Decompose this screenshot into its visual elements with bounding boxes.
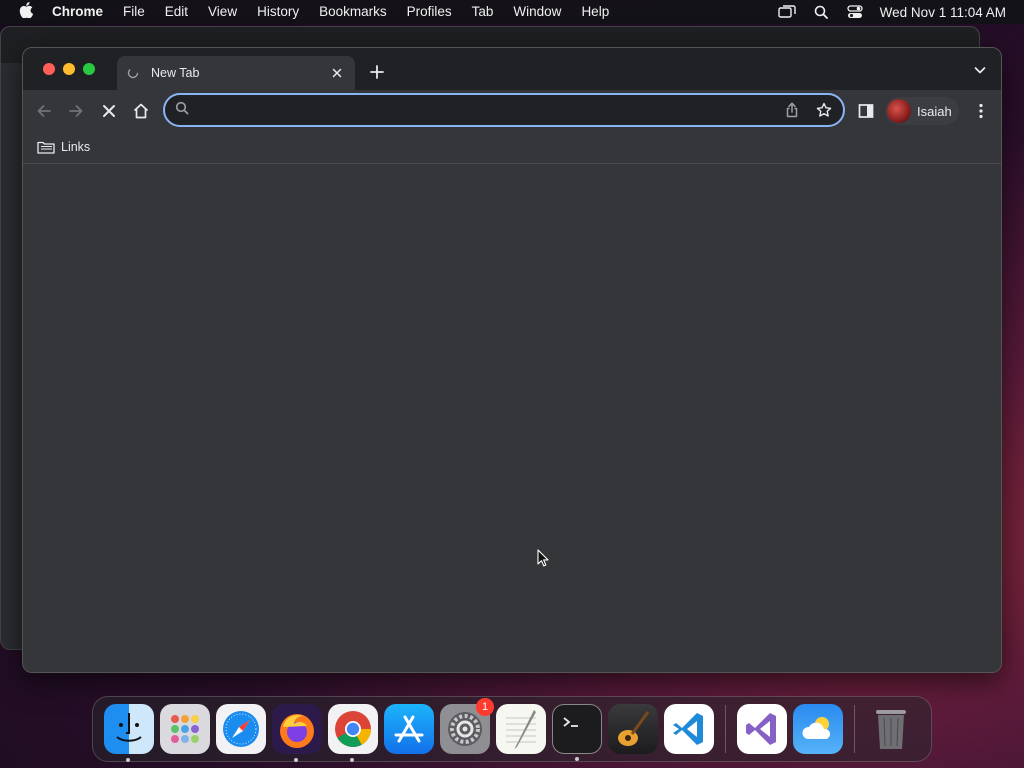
dock-terminal[interactable]: [552, 704, 602, 761]
menu-help[interactable]: Help: [571, 0, 619, 24]
dock-visual-studio[interactable]: [737, 704, 787, 754]
dock-system-settings[interactable]: 1: [440, 698, 494, 754]
spotlight-search-icon[interactable]: [804, 5, 838, 19]
side-panel-icon: [858, 104, 874, 118]
dock: 1: [92, 696, 932, 762]
window-maximize-button[interactable]: [83, 63, 95, 75]
window-close-button[interactable]: [43, 63, 55, 75]
folder-icon: [37, 141, 55, 154]
bookmark-label: Links: [61, 139, 91, 154]
tab-title: New Tab: [151, 66, 200, 80]
bookmarks-bar: Links: [23, 130, 1001, 164]
safari-compass-icon: [223, 711, 259, 747]
menu-tab[interactable]: Tab: [462, 0, 504, 24]
tab-close-icon[interactable]: [329, 65, 345, 81]
menu-history[interactable]: History: [247, 0, 309, 24]
tab-new-tab[interactable]: New Tab: [117, 56, 355, 90]
screen-mirroring-icon[interactable]: [770, 5, 804, 19]
dock-finder[interactable]: [104, 704, 154, 762]
menu-window[interactable]: Window: [503, 0, 571, 24]
dock-weather[interactable]: [793, 704, 843, 754]
control-center-icon[interactable]: [838, 5, 872, 19]
address-bar[interactable]: [163, 93, 845, 127]
menu-app-name[interactable]: Chrome: [52, 0, 113, 24]
vscode-icon: [673, 713, 703, 745]
forward-arrow-icon: [69, 105, 83, 117]
forward-button[interactable]: [65, 100, 87, 122]
avatar: [887, 99, 911, 123]
dock-app-store[interactable]: [384, 704, 434, 754]
bookmark-folder-links[interactable]: Links: [37, 140, 90, 154]
running-indicator: [350, 758, 354, 762]
close-icon: [103, 105, 115, 117]
menu-view[interactable]: View: [198, 0, 247, 24]
chevron-down-icon: [974, 67, 986, 74]
dock-garageband[interactable]: [608, 704, 658, 754]
address-input[interactable]: [197, 102, 769, 118]
search-icon: [175, 101, 189, 120]
profile-name: Isaiah: [917, 103, 952, 119]
app-store-icon: [394, 715, 424, 743]
guitar-icon: [618, 711, 650, 746]
profile-button[interactable]: Isaiah: [885, 97, 959, 125]
loading-favicon-icon: [127, 66, 141, 80]
chrome-menu-button[interactable]: [970, 100, 992, 122]
menu-edit[interactable]: Edit: [155, 0, 198, 24]
launchpad-icon: [171, 715, 199, 743]
tab-strip: New Tab: [23, 48, 1001, 90]
notification-badge: 1: [476, 698, 494, 716]
menu-bar: Chrome File Edit View History Bookmarks …: [0, 0, 1024, 24]
dock-launchpad[interactable]: [160, 704, 210, 754]
window-controls: [43, 63, 95, 75]
apple-menu-icon[interactable]: [0, 2, 52, 22]
kebab-menu-icon: [979, 103, 983, 119]
page-content[interactable]: [23, 165, 1001, 672]
menu-file[interactable]: File: [113, 0, 155, 24]
textedit-icon: [506, 710, 536, 749]
trash-icon: [876, 710, 906, 749]
firefox-icon: [280, 714, 314, 748]
dock-vscode[interactable]: [664, 704, 714, 754]
finder-icon: [116, 713, 142, 742]
dock-chrome[interactable]: [328, 704, 378, 762]
share-icon[interactable]: [783, 101, 801, 119]
running-indicator: [575, 757, 579, 761]
home-icon: [133, 103, 149, 119]
dock-firefox[interactable]: [272, 704, 322, 762]
home-button[interactable]: [130, 100, 152, 122]
menu-clock[interactable]: Wed Nov 1 11:04 AM: [872, 5, 1006, 20]
dock-separator: [725, 705, 726, 753]
side-panel-button[interactable]: [855, 100, 877, 122]
dock-textedit[interactable]: [496, 704, 546, 754]
plus-icon: [370, 65, 384, 79]
running-indicator: [126, 758, 130, 762]
back-button[interactable]: [33, 100, 55, 122]
bookmark-star-icon[interactable]: [815, 101, 833, 119]
stop-loading-button[interactable]: [98, 100, 120, 122]
back-arrow-icon: [37, 105, 51, 117]
dock-separator: [854, 705, 855, 753]
dock-trash[interactable]: [866, 704, 916, 754]
new-tab-button[interactable]: [367, 62, 387, 82]
running-indicator: [294, 758, 298, 762]
browser-window: New Tab Isaiah Links: [22, 47, 1002, 673]
dock-safari[interactable]: [216, 704, 266, 754]
terminal-icon: [563, 717, 578, 727]
menu-bookmarks[interactable]: Bookmarks: [309, 0, 397, 24]
visual-studio-icon: [746, 713, 776, 745]
chrome-icon: [335, 711, 371, 748]
tab-search-button[interactable]: [973, 63, 989, 79]
weather-cloud-icon: [802, 717, 831, 739]
window-minimize-button[interactable]: [63, 63, 75, 75]
menu-profiles[interactable]: Profiles: [397, 0, 462, 24]
mouse-cursor-icon: [537, 549, 549, 572]
